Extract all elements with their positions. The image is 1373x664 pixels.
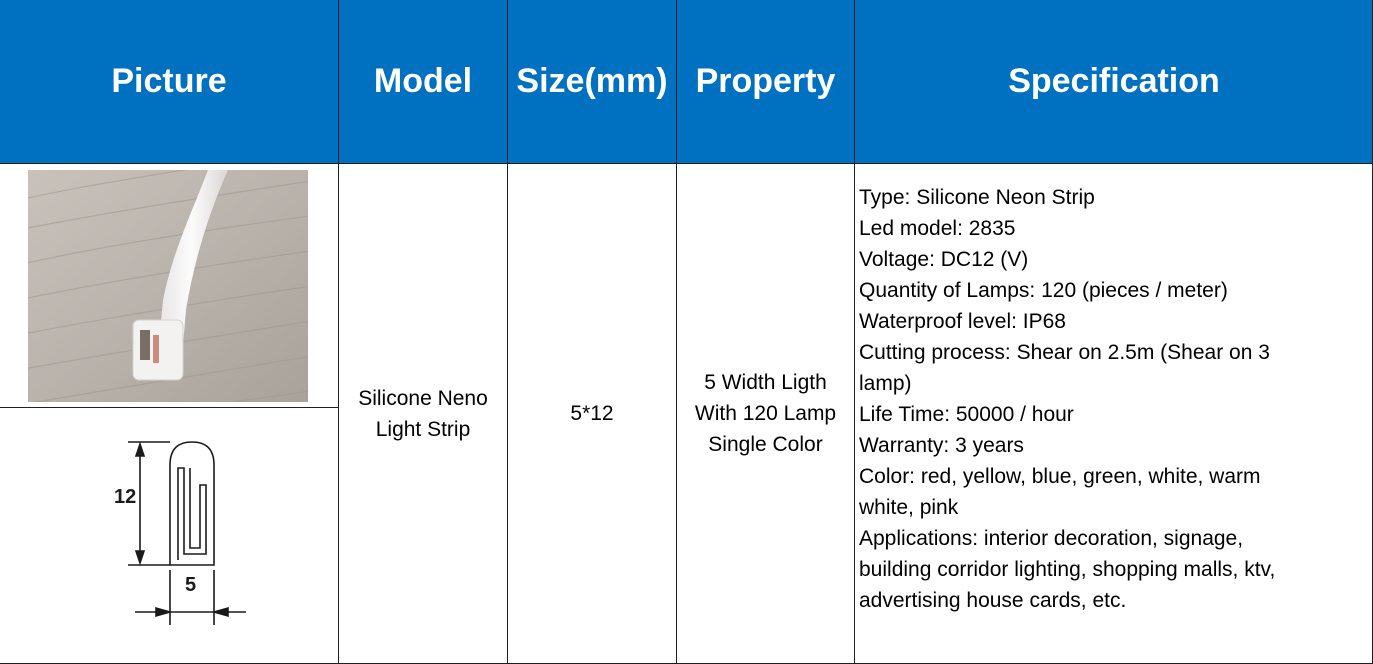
header-size-label: Size(mm)	[516, 62, 668, 100]
header-picture-label: Picture	[111, 62, 227, 100]
spec-line: Quantity of Lamps: 120 (pieces / meter)	[859, 279, 1228, 302]
model-line: Silicone Neno	[358, 386, 488, 410]
model-line: Light Strip	[375, 417, 471, 441]
header-specification: Specification	[855, 0, 1373, 163]
spec-line: Cutting process: Shear on 2.5m (Shear on…	[859, 341, 1270, 364]
spec-line: Warranty: 3 years	[859, 434, 1024, 457]
column-divider	[854, 0, 855, 664]
cross-section-diagram	[128, 441, 246, 625]
spec-line: advertising house cards, etc.	[859, 589, 1127, 612]
height-dimension-label: 12	[114, 486, 137, 508]
spec-line: Waterproof level: IP68	[859, 310, 1066, 333]
header-model-label: Model	[373, 62, 473, 100]
header-property-label: Property	[695, 62, 836, 100]
spec-line: Voltage: DC12 (V)	[859, 248, 1029, 271]
width-dimension-label: 5	[185, 574, 197, 596]
spec-line: white, pink	[859, 496, 959, 519]
spec-line: Color: red, yellow, blue, green, white, …	[859, 465, 1261, 488]
spec-line: Led model: 2835	[859, 217, 1016, 240]
property-line: With 120 Lamp	[694, 402, 837, 425]
property-cell: 5 Width Ligth With 120 Lamp Single Color	[677, 164, 854, 663]
model-cell: Silicone Neno Light Strip	[339, 164, 507, 663]
specification-cell: Type: Silicone Neon Strip Led model: 283…	[859, 182, 1364, 616]
size-value: 5*12	[570, 402, 614, 425]
dimension-drawing: 12 5	[100, 420, 280, 635]
picture-split-divider	[0, 407, 338, 408]
product-photo	[28, 170, 308, 402]
spec-line: building corridor lighting, shopping mal…	[859, 558, 1276, 581]
product-spec-table: Picture Model Size(mm) Property Specific…	[0, 0, 1373, 664]
neon-strip-photo	[28, 170, 308, 402]
spec-line: Life Time: 50000 / hour	[859, 403, 1074, 426]
header-specification-label: Specification	[1008, 62, 1220, 100]
spec-line: Applications: interior decoration, signa…	[859, 527, 1244, 550]
spec-line: lamp)	[859, 372, 912, 395]
size-cell: 5*12	[508, 164, 676, 663]
header-property: Property	[677, 0, 854, 163]
property-line: Single Color	[708, 433, 823, 456]
header-model: Model	[339, 0, 507, 163]
header-picture: Picture	[0, 0, 338, 163]
property-line: 5 Width Ligth	[704, 371, 827, 394]
spec-line: Type: Silicone Neon Strip	[859, 186, 1095, 209]
header-size: Size(mm)	[508, 0, 676, 163]
